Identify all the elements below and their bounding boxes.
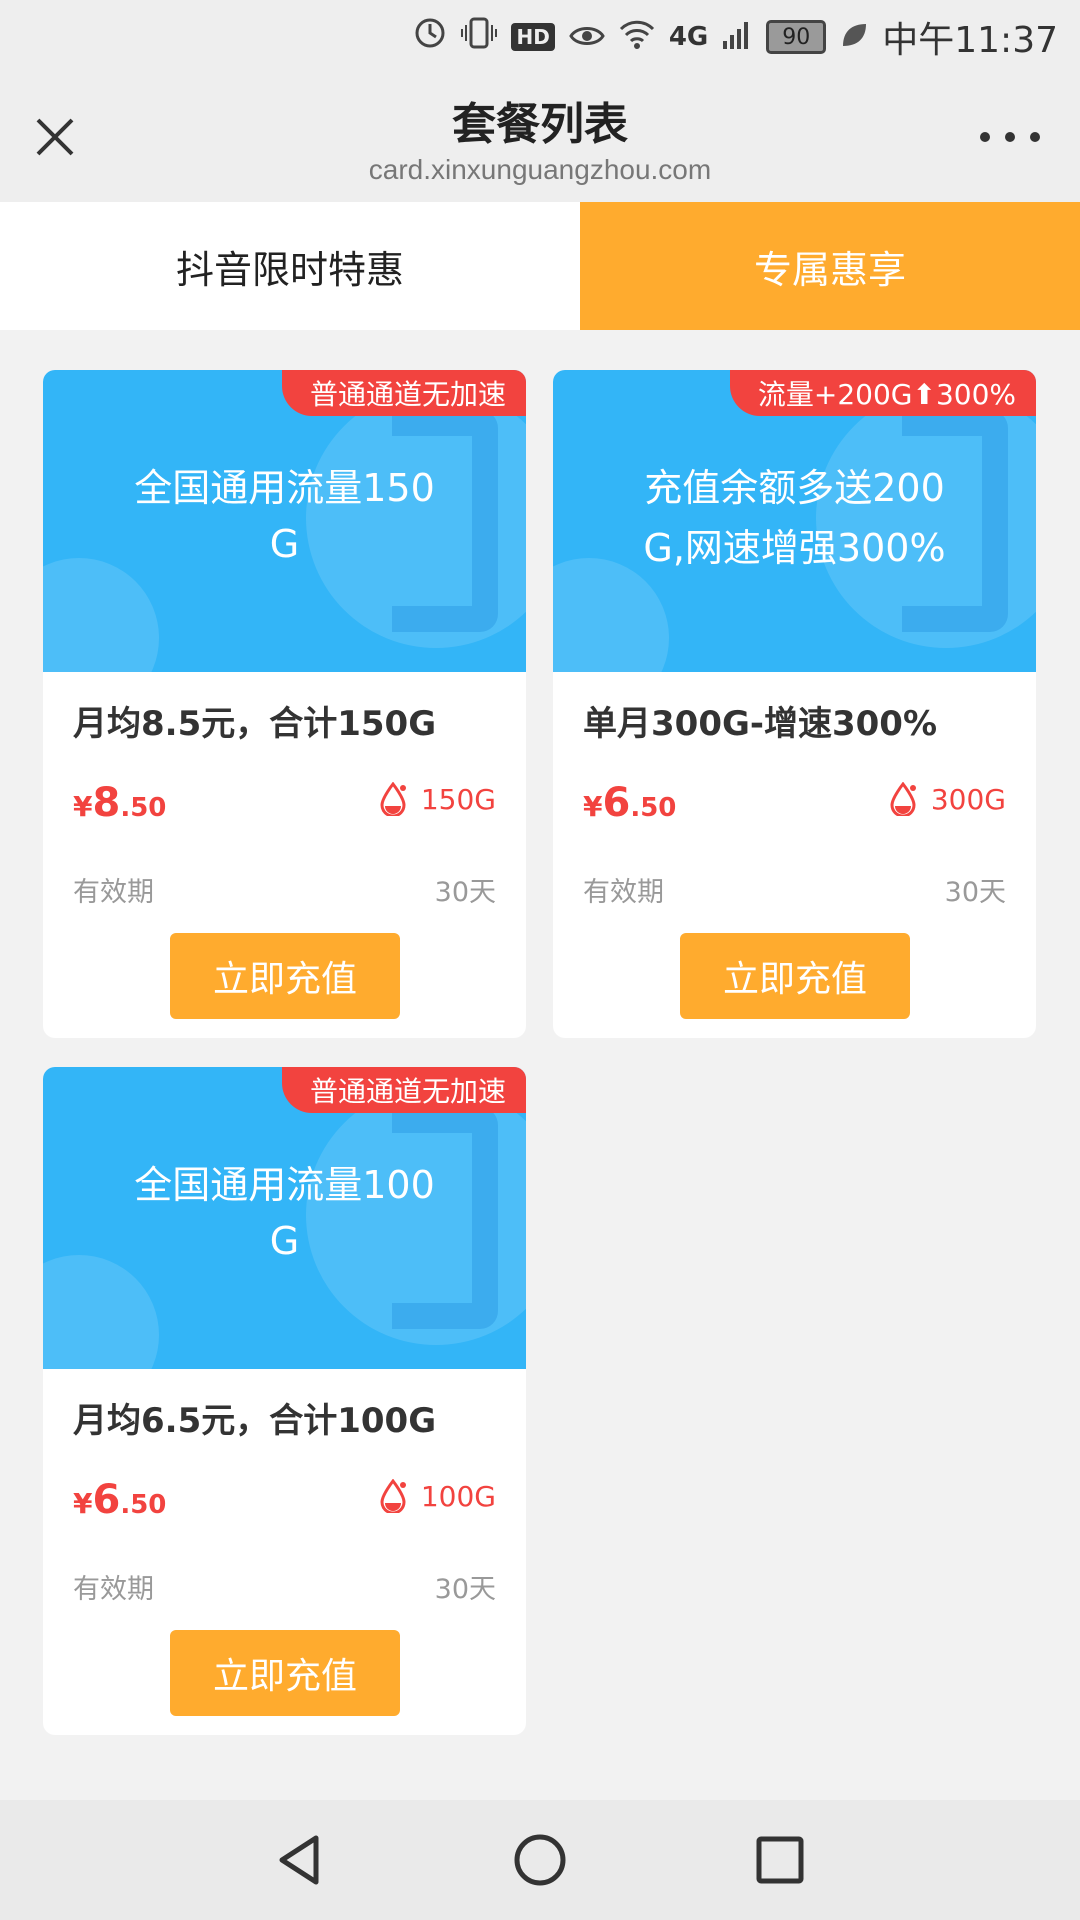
plan-name: 单月300G-增速300% [583, 704, 938, 744]
wifi-icon [619, 17, 655, 58]
more-dot-icon [1005, 132, 1015, 142]
validity-value: 30天 [434, 877, 496, 908]
recents-button[interactable] [750, 1830, 810, 1890]
plan-banner-text: 充值余额多送200G,网速增强300% [643, 466, 946, 570]
plan-data: 100G [379, 1479, 496, 1513]
home-button[interactable] [510, 1830, 570, 1890]
price-integer: 6 [602, 780, 631, 826]
currency-symbol: ¥ [73, 1487, 93, 1520]
page-url: card.xinxunguangzhou.com [368, 154, 712, 185]
plan-banner: 普通通道无加速 全国通用流量100G [43, 1067, 526, 1369]
plan-card: 流量+200G⬆300% 充值余额多送200G,网速增强300% 单月300G-… [553, 370, 1036, 1038]
more-dot-icon [980, 132, 990, 142]
back-triangle-icon [279, 1835, 319, 1885]
back-button[interactable] [270, 1830, 330, 1890]
validity-label: 有效期 [73, 1574, 154, 1605]
plan-banner: 流量+200G⬆300% 充值余额多送200G,网速增强300% [553, 370, 1036, 672]
hd-badge: HD [511, 23, 555, 51]
banner-decoration [43, 558, 159, 672]
currency-symbol: ¥ [583, 790, 603, 823]
validity-label: 有效期 [583, 877, 664, 908]
recharge-button[interactable]: 立即充值 [170, 933, 400, 1019]
validity-value: 30天 [434, 1574, 496, 1605]
battery-indicator: 90 [766, 20, 827, 54]
plan-price: ¥6.50 [583, 780, 676, 826]
page-title: 套餐列表 [452, 99, 628, 150]
plan-data-amount: 150G [420, 782, 496, 816]
price-integer: 8 [92, 780, 121, 826]
plan-name: 月均8.5元，合计150G [73, 704, 437, 744]
signal-icon [722, 17, 752, 58]
data-drop-icon [890, 782, 916, 816]
recharge-button[interactable]: 立即充值 [680, 933, 910, 1019]
plan-data-amount: 300G [930, 782, 1006, 816]
data-saver-icon [413, 16, 447, 59]
banner-decoration [43, 1255, 159, 1369]
plan-tag: 普通通道无加速 [281, 370, 526, 416]
plan-banner-text: 全国通用流量150G [134, 466, 435, 566]
data-drop-icon [380, 782, 406, 816]
price-decimal: .50 [120, 793, 167, 823]
recents-square-icon [756, 1836, 804, 1884]
currency-symbol: ¥ [73, 790, 93, 823]
plan-card: 普通通道无加速 全国通用流量150G 月均8.5元，合计150G ¥8.50 1… [43, 370, 526, 1038]
plan-data: 150G [379, 782, 496, 816]
eye-icon [569, 17, 605, 58]
recharge-button[interactable]: 立即充值 [170, 1630, 400, 1716]
more-menu-button[interactable] [980, 122, 1040, 152]
plan-tag: 普通通道无加速 [281, 1067, 526, 1113]
price-integer: 6 [92, 1477, 121, 1523]
plan-price: ¥6.50 [73, 1477, 166, 1523]
leaf-icon [840, 17, 868, 58]
network-type: 4G [668, 22, 709, 52]
plan-name: 月均6.5元，合计100G [73, 1401, 437, 1441]
system-nav-bar [0, 1800, 1080, 1920]
price-decimal: .50 [120, 1490, 167, 1520]
plan-card: 普通通道无加速 全国通用流量100G 月均6.5元，合计100G ¥6.50 1… [43, 1067, 526, 1735]
tab-bar: 抖音限时特惠 专属惠享 [0, 202, 1080, 332]
plan-banner-text: 全国通用流量100G [134, 1163, 435, 1263]
tab-douyin-deals[interactable]: 抖音限时特惠 [0, 202, 580, 330]
clock: 中午11:37 [882, 20, 1058, 61]
home-circle-icon [514, 1834, 566, 1886]
title-bar: 套餐列表 card.xinxunguangzhou.com [0, 74, 1080, 202]
status-icons: HD 4G 90 中午11:37 [413, 10, 1058, 64]
status-bar: HD 4G 90 中午11:37 [0, 0, 1080, 74]
validity-label: 有效期 [73, 877, 154, 908]
validity-value: 30天 [944, 877, 1006, 908]
data-drop-icon [380, 1479, 406, 1513]
plan-data: 300G [889, 782, 1006, 816]
price-decimal: .50 [630, 793, 677, 823]
plan-tag: 流量+200G⬆300% [729, 370, 1036, 416]
vibrate-icon [461, 16, 498, 59]
more-dot-icon [1030, 132, 1040, 142]
plan-banner: 普通通道无加速 全国通用流量150G [43, 370, 526, 672]
tab-exclusive-deals[interactable]: 专属惠享 [580, 202, 1080, 330]
plan-price: ¥8.50 [73, 780, 166, 826]
plan-data-amount: 100G [420, 1479, 496, 1513]
